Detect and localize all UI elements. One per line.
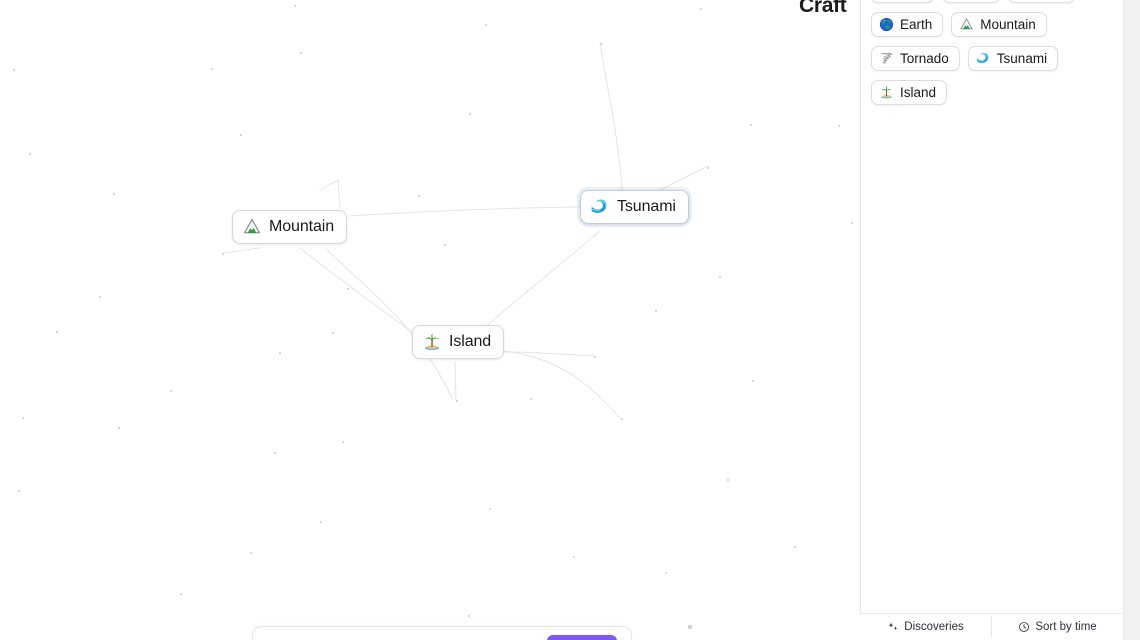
canvas-node-island[interactable]: Island bbox=[412, 325, 505, 359]
canvas-dot bbox=[320, 521, 322, 523]
chip-label: Tsunami bbox=[996, 51, 1048, 66]
edge-lines bbox=[222, 41, 709, 419]
canvas-dot bbox=[707, 167, 709, 169]
canvas-dot bbox=[29, 153, 31, 155]
mountain-emoji-icon bbox=[959, 17, 974, 32]
chip-label: Tornado bbox=[900, 51, 949, 66]
craft-canvas[interactable]: Mountain Tsunami Island bbox=[0, 0, 860, 640]
crafting-input-panel[interactable] bbox=[252, 626, 632, 640]
canvas-dot bbox=[211, 68, 213, 70]
canvas-dot bbox=[300, 52, 302, 54]
canvas-dot bbox=[279, 352, 281, 354]
canvas-dot bbox=[727, 479, 729, 481]
canvas-dot bbox=[600, 43, 602, 45]
node-label: Tsunami bbox=[617, 198, 676, 215]
chip-item-earth[interactable]: Earth bbox=[871, 12, 944, 37]
canvas-dot bbox=[794, 546, 796, 548]
canvas-dot bbox=[838, 125, 840, 127]
canvas-dot bbox=[22, 417, 24, 419]
sidebar: Craft Earth Mountain Tornado Tsunami Isl… bbox=[799, 0, 1140, 640]
canvas-dot bbox=[342, 441, 344, 443]
canvas-dot bbox=[665, 572, 667, 574]
chip-label: Mountain bbox=[980, 17, 1036, 32]
canvas-dot bbox=[655, 310, 657, 312]
chip-item-mountain[interactable]: Mountain bbox=[951, 12, 1047, 37]
chip-label: Island bbox=[900, 85, 937, 100]
canvas-dot bbox=[418, 195, 420, 197]
canvas-dot bbox=[222, 253, 224, 255]
chip-label: Earth bbox=[900, 17, 933, 32]
canvas-dot bbox=[274, 452, 276, 454]
canvas-dot bbox=[719, 276, 721, 278]
island-emoji-icon bbox=[422, 332, 442, 352]
app-root: Mountain Tsunami Island Craft Earth Moun… bbox=[0, 0, 1140, 640]
canvas-dot bbox=[250, 552, 252, 554]
canvas-dot bbox=[468, 615, 470, 617]
canvas-dot bbox=[469, 113, 471, 115]
canvas-dot bbox=[489, 508, 491, 510]
sidebar-bottom-bar: Discoveries Sort by time bbox=[860, 613, 1123, 640]
canvas-dot bbox=[750, 124, 752, 126]
canvas-dot bbox=[240, 134, 242, 136]
canvas-dot bbox=[851, 222, 853, 224]
sidebar-scrollbar[interactable] bbox=[1123, 0, 1140, 640]
node-label: Island bbox=[449, 333, 492, 350]
canvas-dot bbox=[56, 331, 58, 333]
discoveries-label: Discoveries bbox=[904, 621, 964, 633]
discoveries-list: Earth Mountain Tornado Tsunami Island bbox=[861, 0, 1122, 105]
canvas-dot bbox=[18, 490, 20, 492]
canvas-dot bbox=[118, 427, 120, 429]
canvas-dot bbox=[700, 8, 702, 10]
sort-by-time-button[interactable]: Sort by time bbox=[992, 614, 1123, 640]
wave-emoji-icon bbox=[976, 51, 991, 66]
canvas-dot bbox=[573, 556, 575, 558]
tornado-emoji-icon bbox=[879, 51, 894, 66]
chip-item-tornado[interactable]: Tornado bbox=[871, 46, 960, 71]
canvas-dot bbox=[594, 356, 596, 358]
earth-emoji-icon bbox=[879, 17, 894, 32]
island-emoji-icon bbox=[879, 85, 894, 100]
canvas-dot bbox=[99, 296, 101, 298]
chip-item-cut-2[interactable] bbox=[941, 0, 1001, 3]
chip-item-tsunami[interactable]: Tsunami bbox=[967, 46, 1059, 71]
discoveries-button[interactable]: Discoveries bbox=[860, 614, 991, 640]
crafting-submit-button[interactable] bbox=[547, 635, 617, 640]
chip-item-island[interactable]: Island bbox=[871, 80, 948, 105]
wave-emoji-icon bbox=[590, 197, 610, 217]
panel-resize-handle[interactable] bbox=[688, 625, 692, 629]
chip-item-cut-1[interactable] bbox=[871, 0, 934, 3]
canvas-dot bbox=[530, 398, 532, 400]
canvas-dot bbox=[444, 244, 446, 246]
canvas-node-mountain[interactable]: Mountain bbox=[232, 210, 348, 244]
canvas-dot bbox=[170, 390, 172, 392]
chip-item-cut-3[interactable] bbox=[1008, 0, 1075, 3]
canvas-dot bbox=[113, 193, 115, 195]
page-title: Craft bbox=[799, 0, 847, 17]
clock-icon bbox=[1018, 621, 1030, 633]
canvas-dot bbox=[332, 332, 334, 334]
canvas-dot bbox=[180, 593, 182, 595]
node-label: Mountain bbox=[269, 218, 335, 235]
canvas-node-tsunami[interactable]: Tsunami bbox=[580, 190, 689, 224]
canvas-dot bbox=[752, 380, 754, 382]
sort-label: Sort by time bbox=[1035, 621, 1097, 633]
canvas-dot bbox=[13, 69, 15, 71]
canvas-dot bbox=[485, 24, 487, 26]
canvas-dot bbox=[347, 288, 349, 290]
canvas-dot bbox=[294, 5, 296, 7]
sparkle-icon bbox=[887, 621, 899, 633]
mountain-emoji-icon bbox=[242, 217, 262, 237]
canvas-dot bbox=[621, 418, 623, 420]
canvas-dot bbox=[456, 400, 458, 402]
